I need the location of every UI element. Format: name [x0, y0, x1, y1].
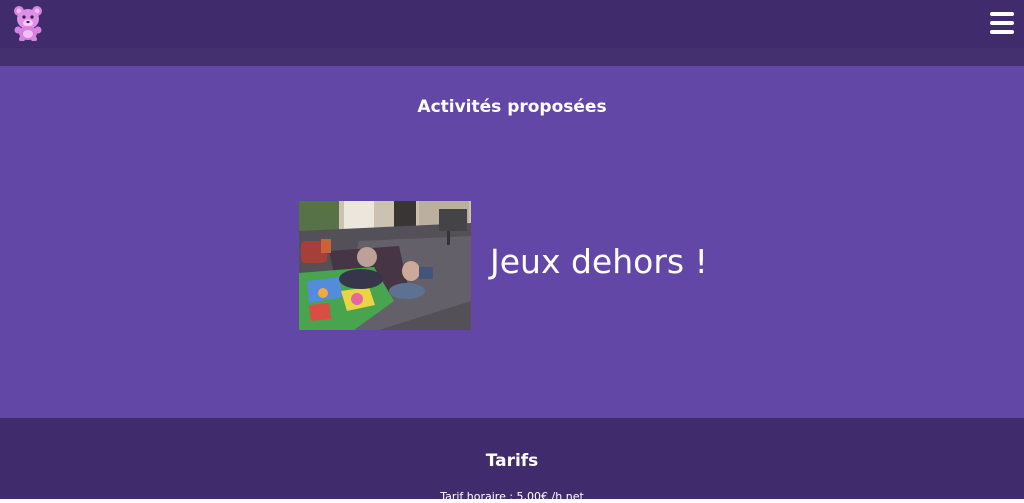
- teddy-bear-icon[interactable]: [12, 5, 44, 42]
- activities-section: Activités proposées Jeux dehors !: [0, 66, 1024, 418]
- menu-bar: [990, 12, 1014, 16]
- activities-title: Activités proposées: [417, 97, 607, 117]
- tarifs-title: Tarifs: [485, 451, 539, 471]
- tarifs-section: Tarifs Tarif horaire : 5,00€ /h net: [0, 418, 1024, 503]
- top-navigation-bar: [0, 0, 1024, 48]
- activity-photo[interactable]: [299, 201, 471, 330]
- hourly-rate-text: Tarif horaire : 5,00€ /h net: [440, 490, 584, 503]
- menu-bar: [990, 21, 1014, 25]
- menu-bar: [990, 30, 1014, 34]
- page: Activités proposées Jeux dehors ! Tarifs…: [0, 0, 1024, 503]
- hamburger-menu-icon[interactable]: [990, 12, 1014, 34]
- header-spacer: [0, 48, 1024, 66]
- activity-caption: Jeux dehors !: [490, 242, 708, 281]
